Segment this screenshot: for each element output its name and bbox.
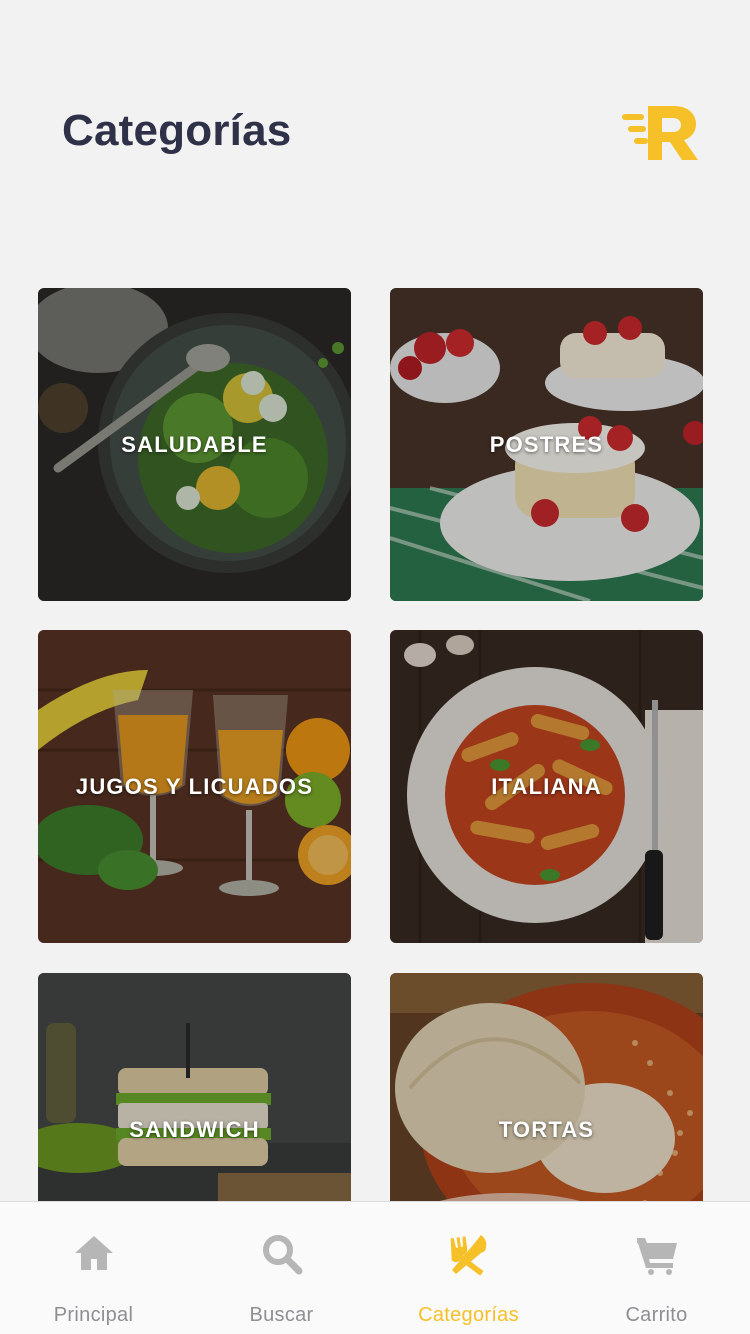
tab-principal[interactable]: Principal [0, 1202, 187, 1334]
categories-screen: Categorías SALUDABLE POSTRES JUGOS Y LIC… [0, 0, 750, 1334]
tab-buscar[interactable]: Buscar [188, 1202, 375, 1334]
cart-icon [636, 1238, 677, 1275]
bottom-tab-bar: Principal Buscar Categorías Carrito [0, 1201, 750, 1334]
category-label: SANDWICH [129, 1116, 260, 1142]
tab-carrito[interactable]: Carrito [563, 1202, 750, 1334]
category-label: JUGOS Y LICUADOS [75, 773, 314, 799]
tab-label: Categorías [418, 1304, 519, 1326]
brand-logo-icon [622, 106, 698, 160]
category-label: ITALIANA [491, 773, 602, 799]
search-icon [262, 1235, 302, 1275]
page-title: Categorías [62, 106, 292, 155]
header: Categorías [0, 0, 750, 230]
tab-label: Buscar [249, 1304, 314, 1326]
home-icon [74, 1236, 113, 1270]
category-card-italiana[interactable]: ITALIANA [390, 630, 703, 943]
category-label: TORTAS [498, 1116, 595, 1142]
category-label: SALUDABLE [121, 431, 268, 457]
tab-categorias[interactable]: Categorías [375, 1202, 562, 1334]
category-card-jugos-y-licuados[interactable]: JUGOS Y LICUADOS [38, 630, 351, 943]
category-label: POSTRES [489, 431, 604, 457]
tab-label: Carrito [625, 1304, 688, 1326]
fork-knife-icon [450, 1235, 486, 1276]
tab-label: Principal [53, 1304, 134, 1326]
category-card-postres[interactable]: POSTRES [390, 288, 703, 601]
category-card-saludable[interactable]: SALUDABLE [38, 288, 351, 601]
